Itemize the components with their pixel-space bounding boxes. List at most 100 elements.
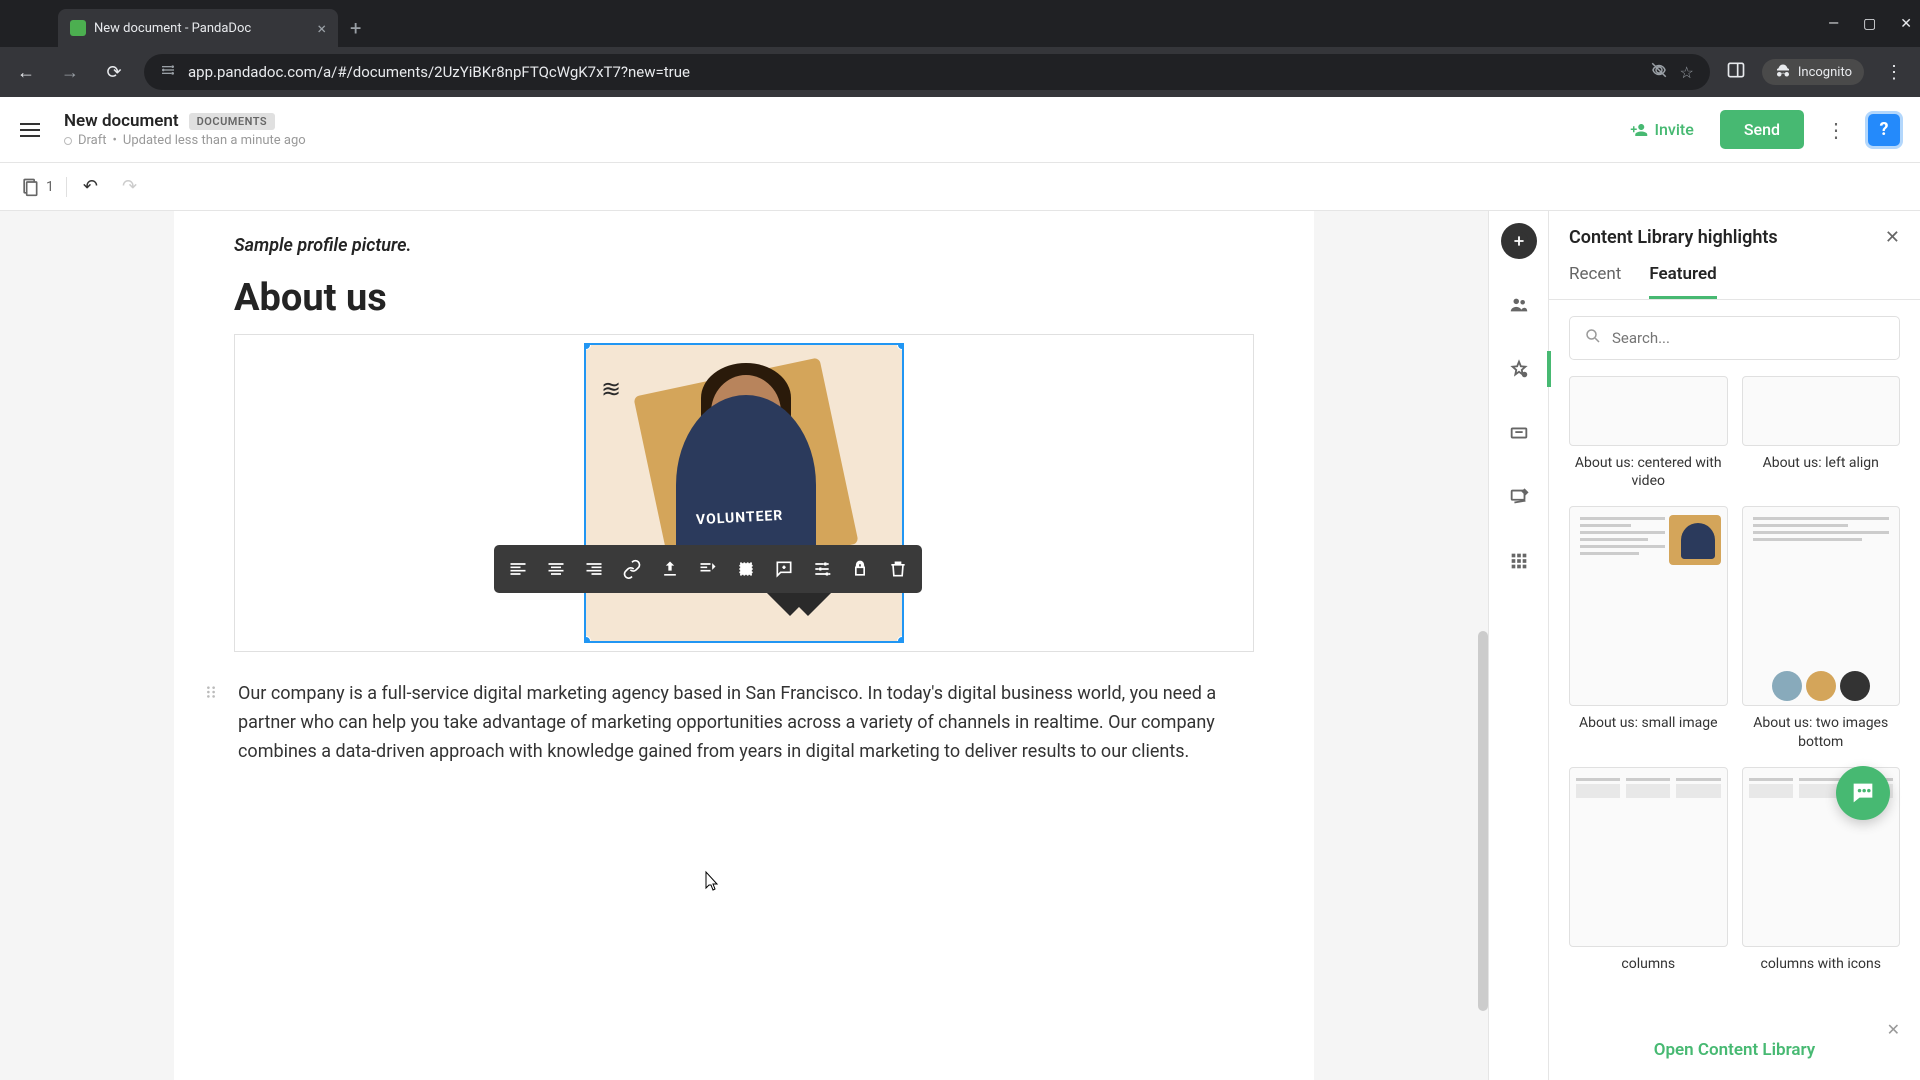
bookmark-star-icon[interactable]: ☆ <box>1680 63 1694 82</box>
browser-tab-bar: New document - PandaDoc × + — ▢ ✕ <box>0 0 1920 47</box>
meta-separator: • <box>113 133 117 148</box>
scrollbar[interactable] <box>1478 631 1488 1011</box>
library-item[interactable]: About us: small image <box>1569 506 1728 750</box>
settings-sliders-icon[interactable] <box>804 551 840 587</box>
page-heading[interactable]: About us <box>234 276 1254 320</box>
document-title[interactable]: New document <box>64 111 179 131</box>
search-icon <box>1584 327 1602 349</box>
thumbnail <box>1569 767 1728 947</box>
library-item[interactable]: About us: centered with video <box>1569 376 1728 490</box>
thumbnail <box>1569 376 1728 446</box>
incognito-label: Incognito <box>1798 65 1852 80</box>
side-panel-icon[interactable] <box>1726 60 1746 84</box>
replace-image-icon[interactable] <box>690 551 726 587</box>
link-icon[interactable] <box>614 551 650 587</box>
document-canvas[interactable]: Sample profile picture. About us ≋ VOLUN… <box>0 211 1488 1080</box>
page-number: 1 <box>46 179 54 195</box>
add-content-icon[interactable] <box>1501 223 1537 259</box>
content-library-panel: Content Library highlights ✕ Recent Feat… <box>1548 211 1920 1080</box>
upload-icon[interactable] <box>652 551 688 587</box>
image-block[interactable]: ≋ VOLUNTEER <box>234 334 1254 652</box>
search-box[interactable] <box>1569 316 1900 360</box>
url-text: app.pandadoc.com/a/#/documents/2UzYiBKr8… <box>188 63 1638 81</box>
thumbnail <box>1569 506 1728 706</box>
squiggle-decoration: ≋ <box>601 375 621 403</box>
browser-tab[interactable]: New document - PandaDoc × <box>58 9 338 47</box>
send-button[interactable]: Send <box>1720 110 1804 149</box>
open-content-library-link[interactable]: Open Content Library <box>1654 1040 1816 1060</box>
chat-support-bubble[interactable] <box>1836 766 1890 820</box>
status-dot-icon <box>64 137 72 145</box>
thumb-photo <box>1669 515 1721 565</box>
back-icon[interactable]: ← <box>12 62 40 83</box>
page-indicator[interactable]: 1 <box>20 177 67 197</box>
tab-featured[interactable]: Featured <box>1649 264 1716 299</box>
redo-icon: ↷ <box>114 172 145 201</box>
more-options-icon[interactable]: ⋮ <box>1818 110 1854 150</box>
delete-icon[interactable] <box>880 551 916 587</box>
crop-icon[interactable] <box>728 551 764 587</box>
library-item[interactable]: About us: left align <box>1742 376 1901 490</box>
panel-title: Content Library highlights <box>1569 227 1778 248</box>
apps-grid-icon[interactable] <box>1501 543 1537 579</box>
comment-icon[interactable] <box>766 551 802 587</box>
variables-icon[interactable] <box>1501 415 1537 451</box>
library-item[interactable]: columns <box>1569 767 1728 973</box>
invite-button[interactable]: Invite <box>1618 112 1705 147</box>
close-window-icon[interactable]: ✕ <box>1900 16 1912 32</box>
signature-icon[interactable] <box>1501 479 1537 515</box>
thumbnail <box>1742 376 1901 446</box>
recipients-icon[interactable] <box>1501 287 1537 323</box>
document-info: New document DOCUMENTS Draft • Updated l… <box>64 111 306 148</box>
selected-image[interactable]: ≋ VOLUNTEER <box>584 343 904 643</box>
window-controls: — ▢ ✕ <box>1828 16 1912 32</box>
close-panel-icon[interactable]: ✕ <box>1885 227 1900 248</box>
forward-icon: → <box>56 62 84 83</box>
body-text-block[interactable]: Our company is a full-service digital ma… <box>234 676 1254 770</box>
reload-icon[interactable]: ⟳ <box>100 62 128 83</box>
app-header: New document DOCUMENTS Draft • Updated l… <box>0 97 1920 163</box>
editor-toolbar: 1 ↶ ↷ <box>0 163 1920 211</box>
visibility-off-icon[interactable] <box>1650 61 1668 83</box>
undo-icon[interactable]: ↶ <box>75 172 106 201</box>
minimize-icon[interactable]: — <box>1828 16 1839 32</box>
drag-handle-icon[interactable] <box>204 680 218 709</box>
align-right-icon[interactable] <box>576 551 612 587</box>
new-tab-button[interactable]: + <box>350 16 361 40</box>
status-text: Draft <box>78 133 107 148</box>
library-item[interactable]: About us: two images bottom <box>1742 506 1901 750</box>
content-library-icon[interactable] <box>1501 351 1537 387</box>
resize-handle-tr[interactable] <box>897 343 904 350</box>
thumbnail <box>1742 506 1901 706</box>
item-label: About us: centered with video <box>1569 454 1728 490</box>
resize-handle-br[interactable] <box>897 636 904 643</box>
tab-recent[interactable]: Recent <box>1569 264 1621 299</box>
site-settings-icon[interactable] <box>160 62 176 82</box>
item-label: columns <box>1621 955 1675 973</box>
resize-handle-bl[interactable] <box>584 636 591 643</box>
image-toolbar <box>494 545 922 593</box>
close-tab-icon[interactable]: × <box>317 19 326 38</box>
browser-menu-icon[interactable]: ⋮ <box>1880 62 1908 83</box>
address-bar[interactable]: app.pandadoc.com/a/#/documents/2UzYiBKr8… <box>144 54 1710 90</box>
browser-toolbar: ← → ⟳ app.pandadoc.com/a/#/documents/2Uz… <box>0 47 1920 97</box>
incognito-badge[interactable]: Incognito <box>1762 59 1864 85</box>
right-toolbar-strip <box>1488 211 1548 1080</box>
item-label: columns with icons <box>1760 955 1881 973</box>
align-left-icon[interactable] <box>500 551 536 587</box>
search-input[interactable] <box>1612 329 1885 347</box>
body-text[interactable]: Our company is a full-service digital ma… <box>238 683 1216 762</box>
item-label: About us: small image <box>1579 714 1718 732</box>
lock-icon[interactable] <box>842 551 878 587</box>
align-center-icon[interactable] <box>538 551 574 587</box>
hamburger-menu-icon[interactable] <box>20 118 44 142</box>
pandadoc-favicon <box>70 20 86 36</box>
help-button[interactable]: ? <box>1868 114 1900 146</box>
item-label: About us: two images bottom <box>1742 714 1901 750</box>
dismiss-link-icon[interactable]: ✕ <box>1887 1020 1900 1039</box>
image-caption[interactable]: Sample profile picture. <box>234 235 1254 256</box>
document-page[interactable]: Sample profile picture. About us ≋ VOLUN… <box>174 211 1314 1080</box>
invite-label: Invite <box>1654 120 1693 139</box>
updated-text: Updated less than a minute ago <box>123 133 306 148</box>
maximize-icon[interactable]: ▢ <box>1863 16 1876 32</box>
